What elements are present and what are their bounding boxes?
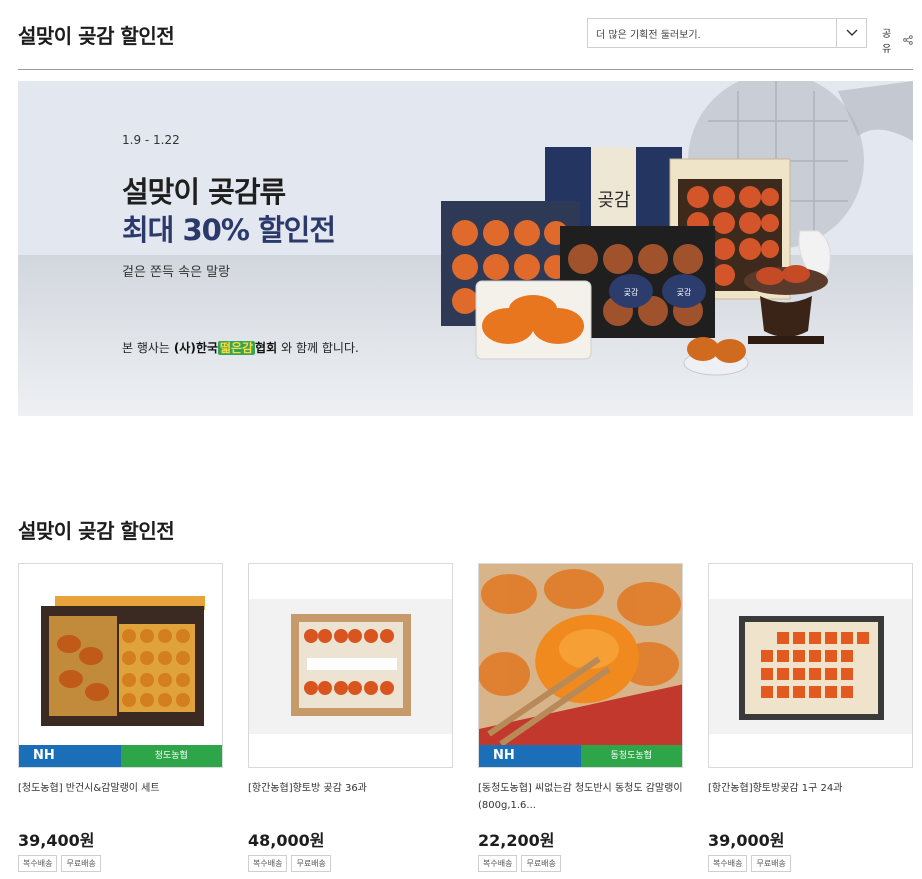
badge-list: 복수배송 무료배송 (18, 855, 101, 872)
svg-text:곶감: 곶감 (624, 287, 639, 297)
coop-logo: 동청도농협 (580, 745, 682, 767)
share-icon (903, 35, 913, 45)
product-price: 22,200원 (478, 831, 555, 850)
association-prefix: (사)한국 (173, 341, 218, 355)
badge-free-delivery: 무료배송 (61, 855, 101, 872)
nh-logo: NH (479, 745, 581, 767)
badge-multi-delivery: 복수배송 (248, 855, 288, 872)
share-label: 공유 (882, 29, 892, 55)
banner-date: 1.9 - 1.22 (122, 133, 180, 147)
product-price: 48,000원 (248, 831, 325, 850)
association-highlight: 떫은감 (217, 341, 256, 355)
banner-note-suffix: 와 함께 합니다. (281, 341, 359, 355)
banner-headline: 설맞이 곶감류 (122, 175, 286, 209)
association-logo-text: (사)한국 떫은감 협회 (174, 339, 277, 356)
association-suffix: 협회 (255, 341, 278, 355)
badge-list: 복수배송 무료배송 (478, 855, 561, 872)
product-image[interactable] (708, 563, 913, 768)
badge-multi-delivery: 복수배송 (708, 855, 748, 872)
product-image[interactable] (248, 563, 453, 768)
banner-note: 본 행사는 (사)한국 떫은감 협회 와 함께 합니다. (122, 339, 359, 356)
badge-multi-delivery: 복수배송 (18, 855, 58, 872)
product-name[interactable]: [항간농협]향토방곶감 1구 24과 (708, 780, 913, 820)
product-name[interactable]: [청도농협] 반건시&감말랭이 세트 (18, 780, 223, 820)
badge-list: 복수배송 무료배송 (708, 855, 791, 872)
product-card[interactable]: NH 청도농협 [청도농협] 반건시&감말랭이 세트 39,400원 복수배송 … (18, 563, 223, 872)
nh-brand-bar: NH 청도농협 (19, 745, 222, 767)
product-image[interactable]: NH 청도농협 (18, 563, 223, 768)
banner-discount: 최대 30% 할인전 (122, 213, 336, 247)
svg-text:곶감: 곶감 (677, 287, 692, 297)
chevron-down-icon[interactable] (836, 19, 866, 47)
product-name[interactable]: [항간농협]향토방 곶감 36과 (248, 780, 453, 820)
product-card[interactable]: NH 동청도농협 [동청도농협] 씨없는감 청도반시 동청도 감말랭이(800g… (478, 563, 683, 872)
badge-free-delivery: 무료배송 (291, 855, 331, 872)
event-select-value: 더 많은 기획전 둘러보기. (596, 29, 701, 41)
page-title: 설맞이 곶감 할인전 (18, 24, 175, 48)
promo-banner[interactable]: 곶감 곶감 곶감 1.9 - 1.22 설맞이 곶감류 최대 30% 할인전 겉… (18, 81, 913, 416)
banner-note-prefix: 본 행사는 (122, 341, 170, 355)
section-title: 설맞이 곶감 할인전 (18, 519, 175, 543)
product-image[interactable]: NH 동청도농협 (478, 563, 683, 768)
badge-free-delivery: 무료배송 (751, 855, 791, 872)
page-header: 설맞이 곶감 할인전 더 많은 기획전 둘러보기. 공유 (18, 0, 913, 70)
event-select[interactable]: 더 많은 기획전 둘러보기. (587, 18, 867, 48)
share-button[interactable]: 공유 (882, 25, 913, 55)
product-card[interactable]: [항간농협]향토방 곶감 36과 48,000원 복수배송 무료배송 (248, 563, 453, 872)
product-price: 39,400원 (18, 831, 95, 850)
badge-list: 복수배송 무료배송 (248, 855, 331, 872)
nh-logo: NH (19, 745, 121, 767)
badge-free-delivery: 무료배송 (521, 855, 561, 872)
product-name[interactable]: [동청도농협] 씨없는감 청도반시 동청도 감말랭이(800g,1.6... (478, 780, 683, 820)
banner-subline: 겉은 쫀득 속은 말랑 (122, 265, 231, 280)
nh-brand-bar: NH 동청도농협 (479, 745, 682, 767)
badge-multi-delivery: 복수배송 (478, 855, 518, 872)
product-price: 39,000원 (708, 831, 785, 850)
product-card[interactable]: [항간농협]향토방곶감 1구 24과 39,000원 복수배송 무료배송 (708, 563, 913, 872)
coop-logo: 청도농협 (120, 745, 222, 767)
svg-text:곶감: 곶감 (597, 190, 630, 210)
